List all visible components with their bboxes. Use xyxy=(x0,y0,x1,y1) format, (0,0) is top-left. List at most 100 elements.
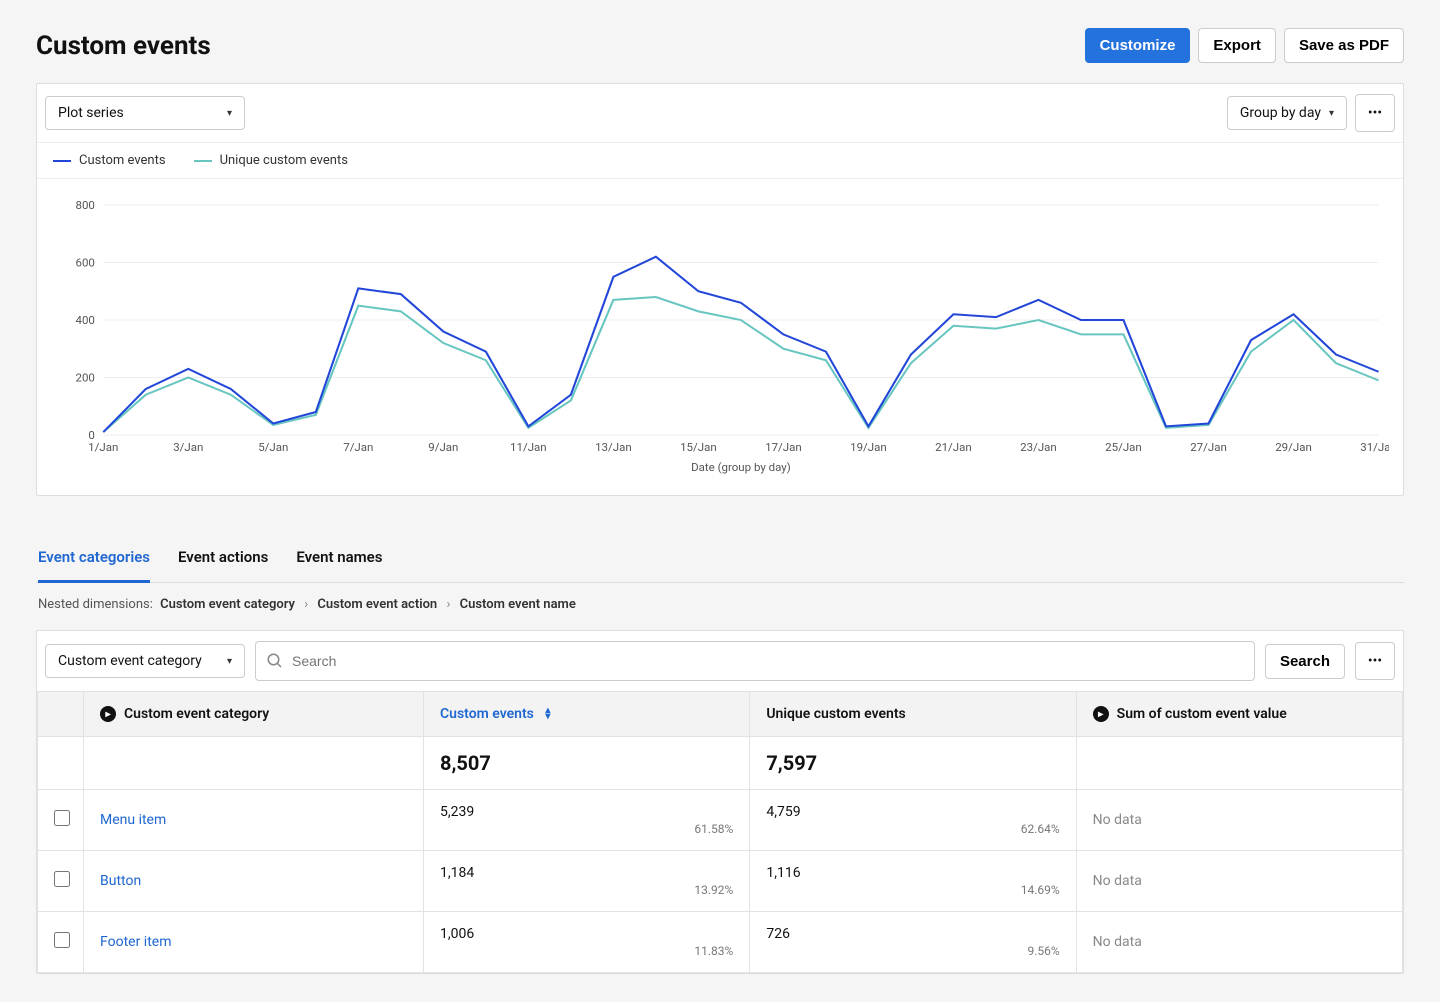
plot-series-select[interactable]: Plot series ▾ xyxy=(45,96,245,130)
export-button[interactable]: Export xyxy=(1198,28,1276,63)
customize-button[interactable]: Customize xyxy=(1085,28,1191,63)
total-sum xyxy=(1076,737,1402,790)
cell-sum: No data xyxy=(1076,851,1402,912)
select-all-header xyxy=(38,692,84,737)
row-checkbox[interactable] xyxy=(54,871,70,887)
chevron-down-icon: ▾ xyxy=(227,656,232,667)
chevron-right-icon: › xyxy=(446,597,450,612)
svg-text:1/Jan: 1/Jan xyxy=(88,441,118,454)
chart-panel: Plot series ▾ Group by day ▾ ••• Custom … xyxy=(36,83,1404,496)
svg-text:5/Jan: 5/Jan xyxy=(258,441,288,454)
svg-text:13/Jan: 13/Jan xyxy=(595,441,632,454)
svg-text:21/Jan: 21/Jan xyxy=(935,441,972,454)
plot-series-label: Plot series xyxy=(58,105,124,121)
svg-text:31/Jan: 31/Jan xyxy=(1360,441,1389,454)
svg-text:800: 800 xyxy=(76,199,95,212)
svg-text:9/Jan: 9/Jan xyxy=(428,441,458,454)
more-icon: ••• xyxy=(1368,105,1382,121)
col-label: Custom events xyxy=(440,706,534,722)
group-by-label: Group by day xyxy=(1240,105,1321,121)
tab-event-categories[interactable]: Event categories xyxy=(38,538,150,583)
info-icon: ▸ xyxy=(100,706,116,722)
col-label: Sum of custom event value xyxy=(1117,706,1287,722)
table-header-row: ▸Custom event category Custom events ▴▾ … xyxy=(38,692,1403,737)
total-unique: 7,597 xyxy=(750,737,1076,790)
legend-item[interactable]: Custom events xyxy=(53,153,166,168)
category-link[interactable]: Footer item xyxy=(100,934,171,950)
nested-dimensions-breadcrumb: Nested dimensions: Custom event category… xyxy=(36,583,1404,628)
breadcrumb-item: Custom event category xyxy=(160,597,295,612)
legend-item[interactable]: Unique custom events xyxy=(194,153,348,168)
cell-unique: 7269.56% xyxy=(750,912,1076,973)
svg-text:15/Jan: 15/Jan xyxy=(680,441,717,454)
svg-text:27/Jan: 27/Jan xyxy=(1190,441,1227,454)
chart-panel-toolbar: Plot series ▾ Group by day ▾ ••• xyxy=(37,84,1403,143)
info-icon: ▸ xyxy=(1093,706,1109,722)
row-checkbox[interactable] xyxy=(54,932,70,948)
svg-text:29/Jan: 29/Jan xyxy=(1275,441,1312,454)
svg-text:200: 200 xyxy=(76,372,95,385)
svg-text:Date (group by day): Date (group by day) xyxy=(691,461,791,474)
chart-legend: Custom events Unique custom events xyxy=(37,143,1403,179)
svg-text:19/Jan: 19/Jan xyxy=(850,441,887,454)
group-by-select[interactable]: Group by day ▾ xyxy=(1227,96,1347,130)
cell-unique: 1,11614.69% xyxy=(750,851,1076,912)
col-category[interactable]: ▸ Custom event category xyxy=(84,692,424,737)
cell-events: 5,23961.58% xyxy=(424,790,750,851)
events-table: ▸Custom event category Custom events ▴▾ … xyxy=(37,691,1403,973)
line-chart: 0 200 400 600 800 1/Jan 3/Jan 5/Jan 7/Jan 9/Jan 11… xyxy=(51,195,1389,485)
breadcrumb-label: Nested dimensions: xyxy=(38,597,153,612)
cell-sum: No data xyxy=(1076,790,1402,851)
col-unique-events[interactable]: Unique custom events xyxy=(750,692,1076,737)
table-row: Button 1,18413.92%1,11614.69%No data xyxy=(38,851,1403,912)
svg-text:400: 400 xyxy=(76,314,95,327)
legend-label: Unique custom events xyxy=(220,153,348,168)
legend-swatch xyxy=(53,160,71,162)
col-label: Custom event category xyxy=(124,706,269,722)
chevron-right-icon: › xyxy=(304,597,308,612)
total-events: 8,507 xyxy=(424,737,750,790)
col-label: Unique custom events xyxy=(766,706,905,722)
table-row: Menu item 5,23961.58%4,75962.64%No data xyxy=(38,790,1403,851)
svg-text:25/Jan: 25/Jan xyxy=(1105,441,1142,454)
svg-text:17/Jan: 17/Jan xyxy=(765,441,802,454)
page-title: Custom events xyxy=(36,31,211,61)
legend-label: Custom events xyxy=(79,153,166,168)
table-more-button[interactable]: ••• xyxy=(1355,642,1395,680)
chevron-down-icon: ▾ xyxy=(1329,108,1334,119)
row-checkbox[interactable] xyxy=(54,810,70,826)
legend-swatch xyxy=(194,160,212,162)
table-controls: Custom event category ▾ Search ••• xyxy=(37,631,1403,691)
search-input-wrap[interactable] xyxy=(255,641,1255,681)
table-panel: Custom event category ▾ Search ••• xyxy=(36,630,1404,974)
tab-event-actions[interactable]: Event actions xyxy=(178,538,268,583)
svg-text:0: 0 xyxy=(88,429,94,442)
cell-events: 1,18413.92% xyxy=(424,851,750,912)
totals-row: 8,507 7,597 xyxy=(38,737,1403,790)
breadcrumb-item: Custom event action xyxy=(317,597,437,612)
svg-text:3/Jan: 3/Jan xyxy=(173,441,203,454)
svg-text:23/Jan: 23/Jan xyxy=(1020,441,1057,454)
category-link[interactable]: Button xyxy=(100,873,141,889)
header-actions: Customize Export Save as PDF xyxy=(1085,28,1404,63)
col-sum-value[interactable]: ▸ Sum of custom event value xyxy=(1076,692,1402,737)
cell-sum: No data xyxy=(1076,912,1402,973)
chevron-down-icon: ▾ xyxy=(227,108,232,119)
save-pdf-button[interactable]: Save as PDF xyxy=(1284,28,1404,63)
search-icon xyxy=(266,652,284,670)
tab-event-names[interactable]: Event names xyxy=(296,538,382,583)
cell-unique: 4,75962.64% xyxy=(750,790,1076,851)
chart-more-button[interactable]: ••• xyxy=(1355,94,1395,132)
search-button[interactable]: Search xyxy=(1265,644,1345,679)
dimension-select[interactable]: Custom event category ▾ xyxy=(45,644,245,678)
dimension-select-label: Custom event category xyxy=(58,653,202,669)
col-custom-events[interactable]: Custom events ▴▾ xyxy=(424,692,750,737)
svg-text:11/Jan: 11/Jan xyxy=(510,441,547,454)
category-link[interactable]: Menu item xyxy=(100,812,166,828)
svg-text:600: 600 xyxy=(76,257,95,270)
tabs: Event categories Event actions Event nam… xyxy=(36,538,1404,583)
search-input[interactable] xyxy=(292,653,1244,669)
sort-icon: ▴▾ xyxy=(545,708,550,720)
more-icon: ••• xyxy=(1368,653,1382,669)
svg-text:7/Jan: 7/Jan xyxy=(343,441,373,454)
